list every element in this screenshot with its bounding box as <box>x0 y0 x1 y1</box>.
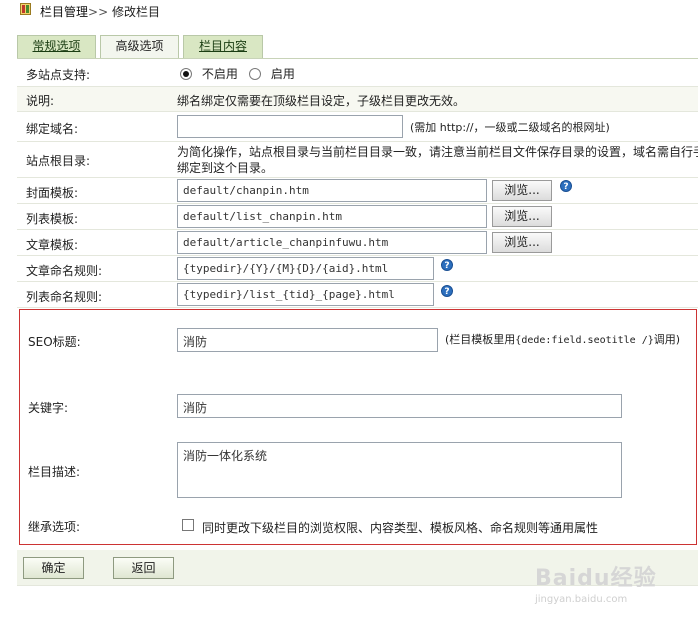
radio-enabled[interactable] <box>249 68 261 80</box>
breadcrumb: 栏目管理>> 修改栏目 <box>0 0 698 20</box>
list-naming-label: 列表命名规则: <box>26 290 103 304</box>
inherit-label: 继承选项: <box>28 520 81 534</box>
tab-content[interactable]: 栏目内容 <box>183 35 263 58</box>
breadcrumb-separator: >> <box>88 5 109 19</box>
seo-title-hint-prefix: (栏目模板里用 <box>445 333 516 346</box>
list-template-label: 列表模板: <box>26 212 79 226</box>
domain-input[interactable] <box>177 115 403 138</box>
column-manage-icon <box>20 3 31 15</box>
multisite-option-on[interactable]: 启用 <box>249 65 295 82</box>
radio-disabled-selected[interactable] <box>180 68 192 80</box>
article-naming-row: 文章命名规则: {typedir}/{Y}/{M}{D}/{aid}.html … <box>17 256 698 282</box>
list-naming-row: 列表命名规则: {typedir}/list_{tid}_{page}.html… <box>17 282 698 308</box>
multisite-off-label: 不启用 <box>201 67 238 81</box>
seo-title-hint: (栏目模板里用{dede:field.seotitle /}调用) <box>445 331 680 347</box>
cover-template-input[interactable]: default/chanpin.htm <box>177 179 487 202</box>
site-root-row: 站点根目录: 为简化操作，站点根目录与当前栏目目录一致，请注意当前栏目文件保存目… <box>17 142 698 178</box>
description-label: 栏目描述: <box>28 465 81 479</box>
help-icon[interactable]: ? <box>441 259 453 271</box>
site-root-text-line2: 绑定到这个目录。 <box>177 161 274 175</box>
cover-template-browse-button[interactable]: 浏览... <box>492 180 552 201</box>
keywords-label: 关键字: <box>28 401 69 415</box>
cover-template-row: 封面模板: default/chanpin.htm 浏览... ? <box>17 178 698 204</box>
domain-label: 绑定域名: <box>26 122 79 136</box>
back-button[interactable]: 返回 <box>113 557 174 579</box>
watermark-url: jingyan.baidu.com <box>535 594 628 605</box>
article-template-browse-button[interactable]: 浏览... <box>492 232 552 253</box>
article-naming-label: 文章命名规则: <box>26 264 103 278</box>
inherit-text: 同时更改下级栏目的浏览权限、内容类型、模板风格、命名规则等通用属性 <box>202 521 599 535</box>
breadcrumb-current: 修改栏目 <box>111 5 160 19</box>
seo-title-label: SEO标题: <box>28 335 81 349</box>
baidu-watermark: Baidu经验 jingyan.baidu.com <box>535 560 657 605</box>
confirm-button[interactable]: 确定 <box>23 557 84 579</box>
site-root-label: 站点根目录: <box>26 154 91 168</box>
description-textarea[interactable]: 消防一体化系统 <box>177 442 622 498</box>
article-template-row: 文章模板: default/article_chanpinfuwu.htm 浏览… <box>17 230 698 256</box>
tab-general[interactable]: 常规选项 <box>17 35 96 58</box>
note-label: 说明: <box>26 94 55 108</box>
article-template-label: 文章模板: <box>26 238 79 252</box>
multisite-option-off[interactable]: 不启用 <box>180 65 238 82</box>
multisite-row: 多站点支持: 不启用 启用 <box>17 59 698 87</box>
note-text: 绑名绑定仅需要在顶级栏目设定，子级栏目更改无效。 <box>177 94 466 108</box>
breadcrumb-section-link[interactable]: 栏目管理 <box>40 5 88 19</box>
help-icon[interactable]: ? <box>560 180 572 192</box>
note-row: 说明: 绑名绑定仅需要在顶级栏目设定，子级栏目更改无效。 <box>17 87 698 112</box>
inherit-checkbox[interactable] <box>182 519 194 531</box>
keywords-input[interactable]: 消防 <box>177 394 622 418</box>
list-template-input[interactable]: default/list_chanpin.htm <box>177 205 487 228</box>
site-root-text-line1: 为简化操作，站点根目录与当前栏目目录一致，请注意当前栏目文件保存目录的设置，域名… <box>177 145 698 159</box>
article-template-input[interactable]: default/article_chanpinfuwu.htm <box>177 231 487 254</box>
domain-hint: (需加 http://，一级或二级域名的根网址) <box>410 121 610 134</box>
seo-title-hint-suffix: 调用) <box>653 333 681 346</box>
seo-title-input[interactable]: 消防 <box>177 328 438 352</box>
domain-row: 绑定域名: (需加 http://，一级或二级域名的根网址) <box>17 112 698 142</box>
cover-template-label: 封面模板: <box>26 186 79 200</box>
watermark-brand: Baidu经验 <box>535 566 657 591</box>
seo-section: SEO标题: 消防 (栏目模板里用{dede:field.seotitle /}… <box>19 309 697 545</box>
help-icon[interactable]: ? <box>441 285 453 297</box>
list-naming-input[interactable]: {typedir}/list_{tid}_{page}.html <box>177 283 434 306</box>
list-template-browse-button[interactable]: 浏览... <box>492 206 552 227</box>
multisite-on-label: 启用 <box>270 67 295 81</box>
multisite-label: 多站点支持: <box>26 68 91 82</box>
article-naming-input[interactable]: {typedir}/{Y}/{M}{D}/{aid}.html <box>177 257 434 280</box>
tab-advanced[interactable]: 高级选项 <box>100 35 179 58</box>
seo-title-hint-code: {dede:field.seotitle /} <box>515 335 654 346</box>
list-template-row: 列表模板: default/list_chanpin.htm 浏览... <box>17 204 698 230</box>
